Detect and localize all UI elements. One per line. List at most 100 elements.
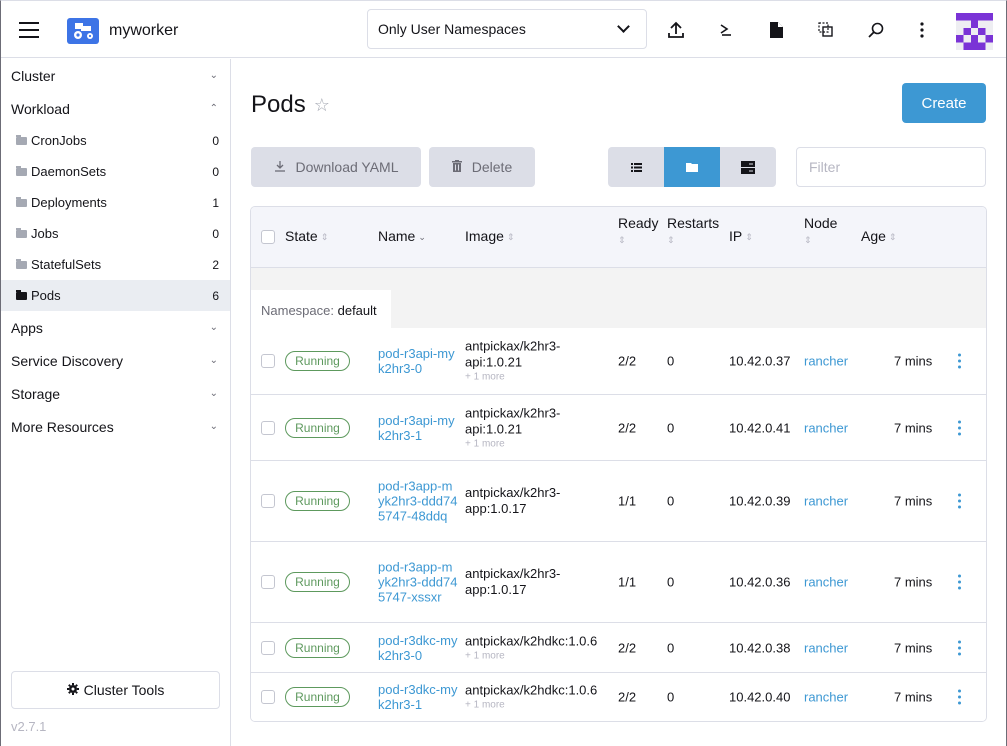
sidebar-item-jobs[interactable]: Jobs 0 xyxy=(1,218,230,249)
folder-icon xyxy=(16,134,27,145)
sidebar-group-cluster[interactable]: Cluster ⌄ xyxy=(1,59,230,92)
node-link[interactable]: rancher xyxy=(804,575,848,590)
sidebar-item-pods[interactable]: Pods 6 xyxy=(1,280,230,311)
column-header-age[interactable]: Age ⇕ xyxy=(861,228,896,244)
table-header: State ⇕ Name ⌄ Image ⇕ Ready ⇕ Restarts ⇕ IP ⇕… xyxy=(251,207,986,268)
sidebar-item-statefulsets[interactable]: StatefulSets 2 xyxy=(1,249,230,280)
row-actions-menu-icon[interactable] xyxy=(958,353,962,369)
download-yaml-button[interactable]: Download YAML xyxy=(251,147,421,187)
row-actions-menu-icon[interactable] xyxy=(958,640,962,655)
view-group-by-namespace-button[interactable] xyxy=(664,147,720,187)
node-link[interactable]: rancher xyxy=(804,690,848,705)
table-row[interactable]: Running pod-​r3dkc-​myk2hr3-​0 antpickax… xyxy=(251,622,986,672)
cluster-tools-button[interactable]: Cluster Tools xyxy=(11,671,220,709)
table-row[interactable]: Running pod-​r3app-​myk2hr3-​ddd745747-​… xyxy=(251,541,986,622)
sidebar-item-count: 0 xyxy=(212,164,219,179)
node-link[interactable]: rancher xyxy=(804,420,848,435)
node-link[interactable]: rancher xyxy=(804,354,848,369)
namespace-filter-select[interactable]: Only User Namespaces xyxy=(367,9,647,49)
sidebar-group-workload[interactable]: Workload ⌃ xyxy=(1,92,230,125)
more-vertical-icon[interactable] xyxy=(911,19,933,41)
image-text: antpickax/k2hr3-api:1.0.21 xyxy=(465,405,561,436)
sidebar-item-cronjobs[interactable]: CronJobs 0 xyxy=(1,125,230,156)
pod-ip: 10.42.0.36 xyxy=(729,574,791,590)
more-images-link[interactable]: + 1 more xyxy=(465,699,615,712)
column-label: State xyxy=(285,228,318,244)
pod-ip: 10.42.0.37 xyxy=(729,353,791,369)
delete-button[interactable]: Delete xyxy=(429,147,535,187)
pod-name-link[interactable]: pod-​r3dkc-​myk2hr3-​0 xyxy=(378,633,458,663)
user-avatar[interactable] xyxy=(956,13,993,50)
column-header-node[interactable]: Node ⇕ xyxy=(804,215,837,247)
menu-hamburger-icon[interactable] xyxy=(19,22,39,38)
row-checkbox[interactable] xyxy=(261,494,275,508)
version-label: v2.7.1 xyxy=(11,719,47,734)
pod-name-link[interactable]: pod-​r3dkc-​myk2hr3-​1 xyxy=(378,682,458,712)
copy-kubeconfig-icon[interactable] xyxy=(815,19,837,41)
more-images-link[interactable]: + 1 more xyxy=(465,649,615,662)
select-all-checkbox[interactable] xyxy=(261,230,275,244)
filter-input[interactable] xyxy=(796,147,986,187)
kubectl-shell-icon[interactable] xyxy=(715,19,737,41)
chevron-down-icon: ⌄ xyxy=(209,322,218,333)
pod-name-link[interactable]: pod-​r3api-​myk2hr3-​1 xyxy=(378,413,458,443)
pod-name-link[interactable]: pod-​r3app-​myk2hr3-​ddd745747-​xssxr xyxy=(378,560,458,605)
file-icon[interactable] xyxy=(765,19,787,41)
column-header-ready[interactable]: Ready ⇕ xyxy=(618,215,658,247)
row-actions-menu-icon[interactable] xyxy=(958,493,962,509)
sidebar-group-service-discovery[interactable]: Service Discovery ⌄ xyxy=(1,344,230,377)
ready-count: 2/2 xyxy=(618,689,637,705)
column-header-restarts[interactable]: Restarts ⇕ xyxy=(667,215,719,247)
top-header: myworker Only User Namespaces xyxy=(1,4,1006,58)
sidebar-group-label: Storage xyxy=(11,385,61,402)
row-actions-menu-icon[interactable] xyxy=(958,689,962,705)
cluster-tools-label: Cluster Tools xyxy=(83,682,165,698)
pod-age: 7 mins xyxy=(894,689,933,705)
sidebar-group-more-resources[interactable]: More Resources ⌄ xyxy=(1,410,230,443)
sidebar-item-deployments[interactable]: Deployments 1 xyxy=(1,187,230,218)
node-link[interactable]: rancher xyxy=(804,640,848,655)
row-checkbox[interactable] xyxy=(261,420,275,435)
column-header-image[interactable]: Image ⇕ xyxy=(465,228,514,244)
node-link[interactable]: rancher xyxy=(804,494,848,509)
sidebar-group-storage[interactable]: Storage ⌄ xyxy=(1,377,230,410)
restart-count: 0 xyxy=(667,689,675,705)
image-text: antpickax/k2hr3-app:1.0.17 xyxy=(465,566,561,597)
sort-icon: ⇕ xyxy=(667,234,675,245)
more-images-link[interactable]: + 1 more xyxy=(465,437,615,450)
table-row[interactable]: Running pod-​r3app-​myk2hr3-​ddd745747-​… xyxy=(251,460,986,541)
sidebar-group-apps[interactable]: Apps ⌄ xyxy=(1,311,230,344)
row-checkbox[interactable] xyxy=(261,640,275,655)
image-text: antpickax/k2hr3-api:1.0.21 xyxy=(465,338,561,370)
sidebar-group-label: Workload xyxy=(11,100,70,117)
table-row[interactable]: Running pod-​r3api-​myk2hr3-​0 antpickax… xyxy=(251,328,986,394)
view-mode-toggle xyxy=(608,147,776,187)
table-row[interactable]: Running pod-​r3api-​myk2hr3-​1 antpickax… xyxy=(251,394,986,460)
view-flat-list-button[interactable] xyxy=(608,147,664,187)
row-checkbox[interactable] xyxy=(261,575,275,589)
upload-icon[interactable] xyxy=(665,19,687,41)
server-icon xyxy=(741,160,755,174)
row-checkbox[interactable] xyxy=(261,354,275,368)
download-icon xyxy=(274,159,286,175)
favorite-star-icon[interactable]: ☆ xyxy=(314,95,330,116)
pod-name-link[interactable]: pod-​r3api-​myk2hr3-​0 xyxy=(378,346,458,376)
column-header-state[interactable]: State ⇕ xyxy=(285,228,328,244)
sidebar-item-count: 0 xyxy=(212,133,219,148)
row-actions-menu-icon[interactable] xyxy=(958,420,962,435)
namespace-prefix: Namespace: xyxy=(261,303,334,318)
search-icon[interactable] xyxy=(865,19,887,41)
folder-icon xyxy=(686,163,698,172)
column-header-name[interactable]: Name ⌄ xyxy=(378,228,426,244)
row-actions-menu-icon[interactable] xyxy=(958,574,962,590)
more-images-link[interactable]: + 1 more xyxy=(465,371,615,384)
column-header-ip[interactable]: IP ⇕ xyxy=(729,228,753,244)
view-group-by-node-button[interactable] xyxy=(720,147,776,187)
sidebar-item-count: 2 xyxy=(212,257,219,272)
sidebar-item-daemonsets[interactable]: DaemonSets 0 xyxy=(1,156,230,187)
main-content: Pods ☆ Create Download YAML Delete State… xyxy=(232,59,1006,746)
pod-name-link[interactable]: pod-​r3app-​myk2hr3-​ddd745747-​48ddq xyxy=(378,479,458,524)
create-button[interactable]: Create xyxy=(902,83,986,123)
row-checkbox[interactable] xyxy=(261,690,275,704)
table-row[interactable]: Running pod-​r3dkc-​myk2hr3-​1 antpickax… xyxy=(251,672,986,721)
